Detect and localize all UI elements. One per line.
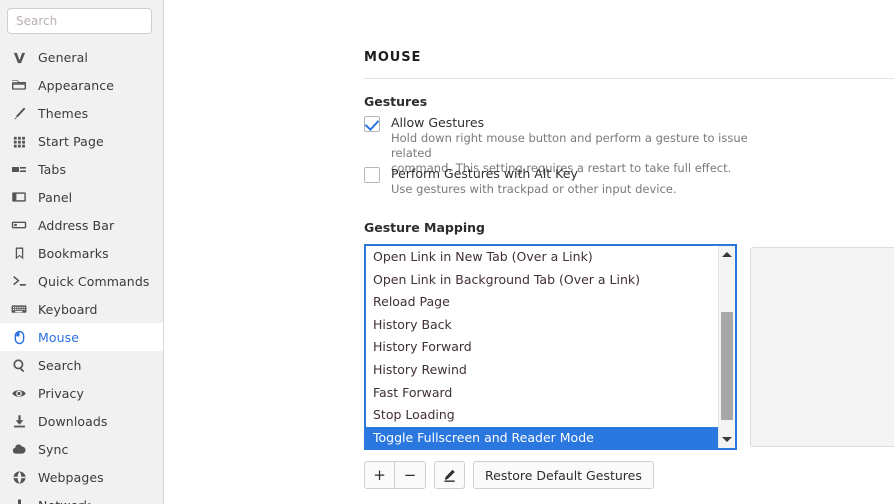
sidebar-item-address-bar[interactable]: Address Bar: [0, 211, 163, 239]
magnifier-icon: [9, 356, 29, 374]
gesture-list-scrollbar[interactable]: [718, 246, 735, 448]
sidebar-item-bookmarks[interactable]: Bookmarks: [0, 239, 163, 267]
edit-gesture-button[interactable]: [434, 461, 465, 489]
sidebar-item-tabs[interactable]: Tabs: [0, 155, 163, 183]
mouse-icon: [9, 328, 29, 346]
scroll-up-arrow-icon[interactable]: [719, 246, 735, 263]
restore-default-gestures-button[interactable]: Restore Default Gestures: [473, 461, 654, 489]
sidebar-item-label: Privacy: [38, 385, 84, 401]
title-divider: [364, 78, 894, 79]
sidebar-item-label: Panel: [38, 189, 73, 205]
sidebar-item-label: Mouse: [38, 329, 80, 345]
brush-icon: [9, 104, 29, 122]
sidebar-item-quick-commands[interactable]: Quick Commands: [0, 267, 163, 295]
page-title: MOUSE: [364, 50, 422, 65]
sidebar-item-label: Keyboard: [38, 301, 98, 317]
panel-icon: [9, 188, 29, 206]
settings-window: General Appearance Themes Start Page Tabs Pan…: [0, 0, 894, 504]
gestures-group-label: Gestures: [364, 94, 428, 109]
sidebar-item-label: Network: [38, 498, 91, 504]
sidebar-search-wrap: [0, 0, 163, 40]
gesture-list-item[interactable]: Fast Forward: [366, 382, 718, 405]
gesture-mapping-listbox[interactable]: Open Link in New Tab (Over a Link) Open L…: [364, 244, 737, 450]
gesture-list-item[interactable]: History Forward: [366, 336, 718, 359]
gesture-list-item[interactable]: Stop Loading: [366, 404, 718, 427]
sidebar-item-label: Bookmarks: [38, 245, 109, 261]
sidebar-item-label: Downloads: [38, 413, 108, 429]
sidebar-item-webpages[interactable]: Webpages: [0, 463, 163, 491]
sidebar-item-label: Webpages: [38, 469, 104, 485]
sidebar-nav-list: General Appearance Themes Start Page Tabs Pan…: [0, 43, 163, 504]
folder-icon: [9, 76, 29, 94]
sidebar-item-label: General: [38, 49, 88, 65]
gesture-list-item[interactable]: History Back: [366, 314, 718, 337]
gesture-toolbar: + − Restore Default Gestures: [364, 461, 654, 489]
gesture-list-rows: Open Link in New Tab (Over a Link) Open L…: [366, 246, 718, 448]
sidebar-item-downloads[interactable]: Downloads: [0, 407, 163, 435]
keyboard-icon: [9, 300, 29, 318]
gesture-preview-panel[interactable]: [750, 247, 894, 447]
sidebar-item-label: Sync: [38, 441, 69, 457]
gesture-list-item[interactable]: History Rewind: [366, 359, 718, 382]
sidebar-item-label: Themes: [38, 105, 89, 121]
allow-gestures-checkbox[interactable]: [364, 116, 380, 132]
gesture-list-item[interactable]: Open Link in New Tab (Over a Link): [366, 246, 718, 269]
sidebar-item-panel[interactable]: Panel: [0, 183, 163, 211]
cloud-icon: [9, 440, 29, 458]
sidebar-item-sync[interactable]: Sync: [0, 435, 163, 463]
sidebar-item-label: Start Page: [38, 133, 104, 149]
sidebar-item-themes[interactable]: Themes: [0, 99, 163, 127]
settings-main: MOUSE Gestures Allow Gestures Hold down …: [164, 0, 894, 504]
globe-icon: [9, 468, 29, 486]
allow-gestures-desc-line-1: Hold down right mouse button and perform…: [391, 131, 748, 160]
sidebar-item-keyboard[interactable]: Keyboard: [0, 295, 163, 323]
sidebar-item-privacy[interactable]: Privacy: [0, 379, 163, 407]
sidebar-item-label: Search: [38, 357, 82, 373]
sidebar-item-label: Appearance: [38, 77, 115, 93]
gesture-mapping-label: Gesture Mapping: [364, 220, 485, 235]
bookmark-icon: [9, 244, 29, 262]
eye-icon: [9, 384, 29, 402]
gesture-list-item[interactable]: Reload Page: [366, 291, 718, 314]
settings-sidebar: General Appearance Themes Start Page Tabs Pan…: [0, 0, 164, 504]
sidebar-item-label: Quick Commands: [38, 273, 150, 289]
sidebar-item-start-page[interactable]: Start Page: [0, 127, 163, 155]
alt-key-gestures-checkbox[interactable]: [364, 167, 380, 183]
network-icon: [9, 496, 29, 504]
sidebar-item-appearance[interactable]: Appearance: [0, 71, 163, 99]
alt-key-gestures-description: Use gestures with trackpad or other inpu…: [391, 182, 677, 197]
alt-key-gestures-label: Perform Gestures with Alt Key: [391, 166, 578, 181]
add-remove-button-group: + −: [364, 461, 426, 489]
address-bar-icon: [9, 216, 29, 234]
scrollbar-thumb[interactable]: [721, 312, 733, 420]
allow-gestures-label: Allow Gestures: [391, 115, 485, 130]
sidebar-item-network[interactable]: Network: [0, 491, 163, 504]
remove-gesture-button[interactable]: −: [395, 461, 426, 489]
gesture-list-item[interactable]: Toggle Fullscreen and Reader Mode: [366, 426, 718, 448]
sidebar-item-label: Tabs: [38, 161, 67, 177]
grid-dots-icon: [9, 132, 29, 150]
search-input[interactable]: [7, 8, 152, 34]
download-icon: [9, 412, 29, 430]
alt-key-gestures-row[interactable]: Perform Gestures with Alt Key Use gestur…: [364, 165, 677, 197]
alt-key-gestures-desc-line-1: Use gestures with trackpad or other inpu…: [391, 182, 677, 196]
sidebar-item-label: Address Bar: [38, 217, 115, 233]
scroll-down-arrow-icon[interactable]: [719, 431, 735, 448]
tabs-icon: [9, 160, 29, 178]
terminal-prompt-icon: [9, 272, 29, 290]
vivaldi-logo-icon: [9, 48, 29, 66]
add-gesture-button[interactable]: +: [364, 461, 395, 489]
gesture-list-item[interactable]: Open Link in Background Tab (Over a Link…: [366, 269, 718, 292]
sidebar-item-general[interactable]: General: [0, 43, 163, 71]
sidebar-item-search[interactable]: Search: [0, 351, 163, 379]
sidebar-item-mouse[interactable]: Mouse: [0, 323, 163, 351]
pencil-icon: [442, 468, 457, 483]
